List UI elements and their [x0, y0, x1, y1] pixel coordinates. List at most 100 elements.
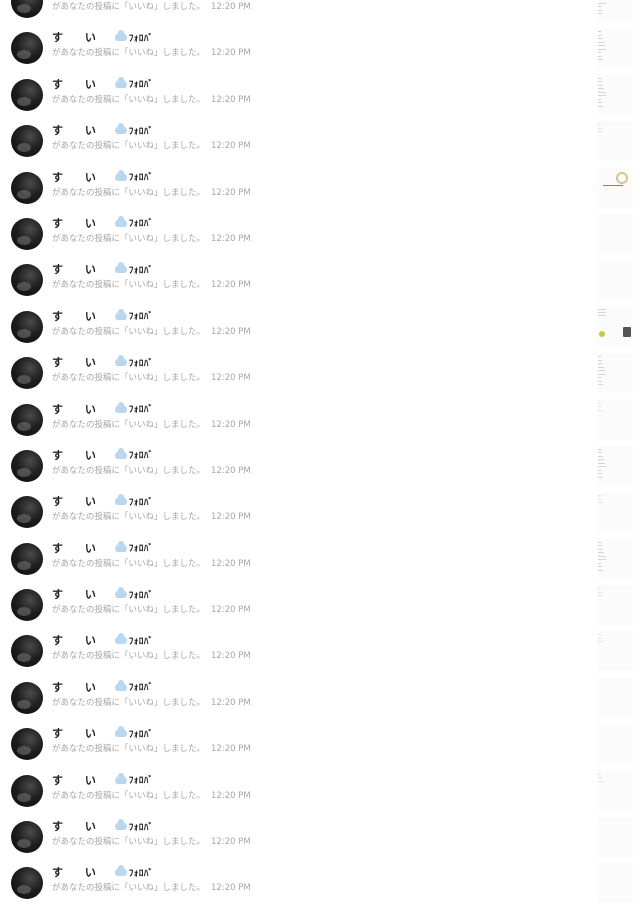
notification-item[interactable]: す い ﾌｫﾛﾊﾞ があなたの投稿に「いいね」しました。12:20 PM [0, 397, 640, 443]
notification-item[interactable]: す い ﾌｫﾛﾊﾞ があなたの投稿に「いいね」しました。12:20 PM [0, 304, 640, 350]
avatar[interactable] [11, 542, 43, 575]
avatar[interactable] [11, 867, 43, 900]
notification-item[interactable]: す い ﾌｫﾛﾊﾞ があなたの投稿に「いいね」しました。12:20 PM [0, 350, 640, 396]
post-thumbnail[interactable] [597, 863, 633, 904]
notification-item[interactable]: す い ﾌｫﾛﾊﾞ があなたの投稿に「いいね」しました。12:20 PM [0, 25, 640, 71]
avatar[interactable] [11, 635, 43, 668]
timestamp: 12:20 PM [211, 558, 251, 569]
post-thumbnail[interactable] [597, 0, 633, 22]
user-name[interactable]: す い [52, 122, 105, 138]
user-name[interactable]: す い [52, 772, 105, 788]
thumbnail-line [598, 48, 606, 50]
notification-header: す い ﾌｫﾛﾊﾞ [52, 540, 153, 556]
notification-item[interactable]: す い ﾌｫﾛﾊﾞ があなたの投稿に「いいね」しました。12:20 PM [0, 72, 640, 118]
user-name[interactable]: す い [52, 308, 105, 324]
post-thumbnail[interactable] [597, 770, 633, 811]
notification-item[interactable]: す い ﾌｫﾛﾊﾞ があなたの投稿に「いいね」しました。12:20 PM [0, 165, 640, 211]
notification-item[interactable]: す い ﾌｫﾛﾊﾞ があなたの投稿に「いいね」しました。12:20 PM [0, 628, 640, 674]
avatar[interactable] [11, 496, 43, 529]
user-name[interactable]: す い [52, 76, 105, 92]
notification-item[interactable]: す い ﾌｫﾛﾊﾞ があなたの投稿に「いいね」しました。12:20 PM [0, 489, 640, 535]
thumbnail-line [598, 569, 603, 571]
thumbnail-line [598, 541, 601, 543]
post-thumbnail[interactable] [597, 213, 633, 254]
notification-item[interactable]: す い ﾌｫﾛﾊﾞ があなたの投稿に「いいね」しました。12:20 PM [0, 536, 640, 582]
notification-item[interactable]: す い ﾌｫﾛﾊﾞ があなたの投稿に「いいね」しました。12:20 PM [0, 582, 640, 628]
user-name[interactable]: す い [52, 261, 105, 277]
post-thumbnail[interactable] [597, 817, 633, 858]
avatar[interactable] [11, 310, 43, 343]
notification-item[interactable]: す い ﾌｫﾛﾊﾞ があなたの投稿に「いいね」しました。12:20 PM [0, 721, 640, 767]
post-thumbnail[interactable] [597, 167, 633, 208]
user-name[interactable]: す い [52, 632, 105, 648]
avatar[interactable] [11, 217, 43, 250]
avatar[interactable] [11, 449, 43, 482]
user-name[interactable]: す い [52, 447, 105, 463]
avatar[interactable] [11, 264, 43, 297]
user-name[interactable]: す い [52, 401, 105, 417]
notification-header: す い ﾌｫﾛﾊﾞ [52, 679, 153, 695]
notification-header: す い ﾌｫﾛﾊﾞ [52, 29, 153, 45]
user-name[interactable]: す い [52, 29, 105, 45]
post-thumbnail[interactable] [597, 74, 633, 115]
notification-message: があなたの投稿に「いいね」しました。 12:20 PM [52, 0, 251, 12]
thumbnail-line [598, 495, 601, 497]
avatar[interactable] [11, 171, 43, 204]
avatar[interactable] [11, 589, 43, 622]
post-thumbnail[interactable] [597, 724, 633, 765]
user-name[interactable]: す い [52, 679, 105, 695]
avatar[interactable] [11, 78, 43, 111]
post-thumbnail[interactable] [597, 445, 633, 486]
avatar[interactable] [11, 774, 43, 807]
post-thumbnail[interactable] [597, 492, 633, 533]
thumbnail-line [598, 34, 602, 36]
follow-tag: ﾌｫﾛﾊﾞ [128, 544, 154, 555]
post-thumbnail[interactable] [597, 353, 633, 394]
user-name[interactable]: す い [52, 493, 105, 509]
avatar[interactable] [11, 32, 43, 65]
post-thumbnail[interactable] [597, 28, 633, 69]
user-name[interactable]: す い [52, 215, 105, 231]
avatar[interactable] [11, 125, 43, 158]
user-name[interactable]: す い [52, 818, 105, 834]
post-thumbnail[interactable] [597, 306, 633, 347]
notification-item[interactable]: す い ﾌｫﾛﾊﾞ があなたの投稿に「いいね」しました。12:20 PM [0, 211, 640, 257]
notification-item[interactable]: す い ﾌｫﾛﾊﾞ があなたの投稿に「いいね」しました。12:20 PM [0, 118, 640, 164]
post-thumbnail[interactable] [597, 260, 633, 301]
notification-item[interactable]: す い ﾌｫﾛﾊﾞ があなたの投稿に「いいね」しました。12:20 PM [0, 257, 640, 303]
post-thumbnail[interactable] [597, 677, 633, 718]
notification-item[interactable]: す い ﾌｫﾛﾊﾞ があなたの投稿に「いいね」しました。12:20 PM [0, 443, 640, 489]
user-name[interactable]: す い [52, 725, 105, 741]
notification-item[interactable]: す い ﾌｫﾛﾊﾞ があなたの投稿に「いいね」しました。12:20 PM [0, 675, 640, 721]
user-name[interactable]: す い [52, 540, 105, 556]
post-thumbnail[interactable] [597, 585, 633, 626]
follow-tag: ﾌｫﾛﾊﾞ [128, 636, 154, 647]
timestamp: 12:20 PM [211, 187, 251, 198]
avatar[interactable] [11, 357, 43, 390]
post-thumbnail[interactable] [597, 631, 633, 672]
post-thumbnail[interactable] [597, 538, 633, 579]
thumbnail-line [598, 55, 602, 57]
user-name[interactable]: す い [52, 586, 105, 602]
notification-message: があなたの投稿に「いいね」しました。 12:20 PM [52, 835, 251, 847]
user-name[interactable]: す い [52, 169, 105, 185]
message-text: があなたの投稿に「いいね」しました。 [52, 373, 206, 384]
post-thumbnail[interactable] [597, 399, 633, 440]
message-text: があなたの投稿に「いいね」しました。 [52, 837, 206, 848]
user-name[interactable]: す い [52, 354, 105, 370]
avatar[interactable] [11, 681, 43, 714]
notification-item[interactable]: す い ﾌｫﾛﾊﾞ があなたの投稿に「いいね」しました。12:20 PM [0, 814, 640, 860]
thumbnail-line [598, 45, 605, 47]
notification-item[interactable]: す い ﾌｫﾛﾊﾞ があなたの投稿に「いいね」しました。12:20 PM [0, 0, 640, 25]
avatar[interactable] [11, 728, 43, 761]
thumbnail-line [598, 2, 606, 4]
avatar[interactable] [11, 0, 43, 18]
avatar[interactable] [11, 403, 43, 436]
avatar[interactable] [11, 821, 43, 854]
post-thumbnail[interactable] [597, 121, 633, 162]
thumbnail-line [598, 476, 603, 478]
thumbnail-line [598, 98, 601, 100]
notification-item[interactable]: す い ﾌｫﾛﾊﾞ があなたの投稿に「いいね」しました。12:20 PM [0, 768, 640, 814]
user-name[interactable]: す い [52, 864, 105, 880]
notification-item[interactable]: す い ﾌｫﾛﾊﾞ があなたの投稿に「いいね」しました。12:20 PM [0, 860, 640, 906]
